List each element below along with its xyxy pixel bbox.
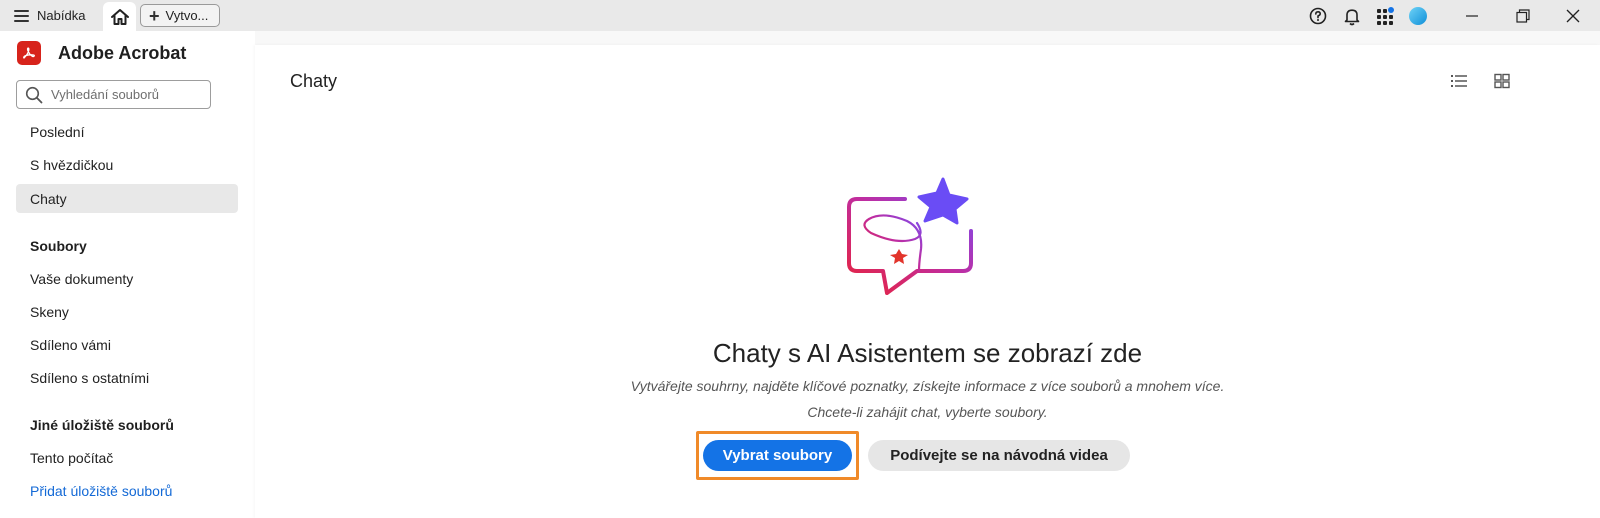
sidebar: Adobe Acrobat Poslední S hvězdičkou Chat…	[0, 31, 255, 518]
main-panel: Chaty Chaty s AI Asistentem se zobrazí z…	[255, 45, 1600, 518]
files-heading: Soubory	[30, 238, 87, 254]
minimize-icon	[1466, 14, 1478, 17]
empty-state-subtitle: Vytvářejte souhrny, najděte klíčové pozn…	[630, 378, 1225, 394]
close-icon	[1566, 9, 1580, 22]
search-input[interactable]	[51, 87, 201, 102]
notifications-button[interactable]	[1341, 5, 1363, 27]
select-files-button[interactable]: Vybrat soubory	[703, 440, 852, 471]
home-tab[interactable]	[103, 2, 136, 31]
restore-icon	[1516, 8, 1530, 23]
plus-icon: +	[149, 5, 160, 26]
help-icon	[1309, 7, 1327, 25]
add-storage-link[interactable]: Přidat úložiště souborů	[16, 476, 238, 505]
restore-button[interactable]	[1498, 0, 1548, 31]
create-label: Vytvo...	[165, 8, 209, 23]
avatar	[1409, 7, 1427, 25]
list-view-icon	[1451, 75, 1467, 87]
nav-item-your-documents[interactable]: Vaše dokumenty	[16, 264, 238, 293]
home-icon	[110, 8, 129, 25]
nav-item-shared-by-you[interactable]: Sdíleno vámi	[16, 330, 238, 359]
ai-chat-illustration-icon	[847, 177, 973, 295]
grid-view-icon	[1494, 73, 1510, 89]
menu-icon	[14, 9, 29, 22]
menu-button[interactable]: Nabídka	[8, 4, 91, 27]
nav-item-chats[interactable]: Chaty	[16, 184, 238, 213]
title-bar: Nabídka + Vytvo...	[0, 0, 1600, 31]
other-storage-heading: Jiné úložiště souborů	[30, 417, 174, 433]
help-button[interactable]	[1307, 5, 1329, 27]
create-button[interactable]: + Vytvo...	[140, 4, 220, 27]
brand: Adobe Acrobat	[17, 41, 186, 65]
bell-icon	[1344, 8, 1360, 25]
acrobat-logo-icon	[17, 41, 41, 65]
nav-item-starred[interactable]: S hvězdičkou	[16, 150, 238, 179]
watch-tutorials-button[interactable]: Podívejte se na návodná videa	[868, 440, 1130, 471]
empty-state-hint: Chcete-li zahájit chat, vyberte soubory.	[807, 404, 1048, 420]
menu-label: Nabídka	[37, 8, 86, 23]
list-view-button[interactable]	[1448, 71, 1470, 91]
grid-view-button[interactable]	[1491, 71, 1513, 91]
close-button[interactable]	[1548, 0, 1598, 31]
nav-item-scans[interactable]: Skeny	[16, 297, 238, 326]
minimize-button[interactable]	[1447, 0, 1497, 31]
nav-item-recent[interactable]: Poslední	[16, 117, 238, 146]
apps-icon	[1377, 7, 1394, 25]
apps-button[interactable]	[1374, 5, 1396, 27]
nav-item-this-computer[interactable]: Tento počítač	[16, 443, 238, 472]
search-icon	[25, 86, 43, 103]
empty-state-title: Chaty s AI Asistentem se zobrazí zde	[712, 338, 1143, 368]
search-field[interactable]	[16, 80, 211, 109]
profile-button[interactable]	[1407, 5, 1429, 27]
app-name: Adobe Acrobat	[58, 42, 187, 63]
page-title: Chaty	[290, 71, 338, 91]
nav-item-shared-by-others[interactable]: Sdíleno s ostatními	[16, 363, 238, 392]
